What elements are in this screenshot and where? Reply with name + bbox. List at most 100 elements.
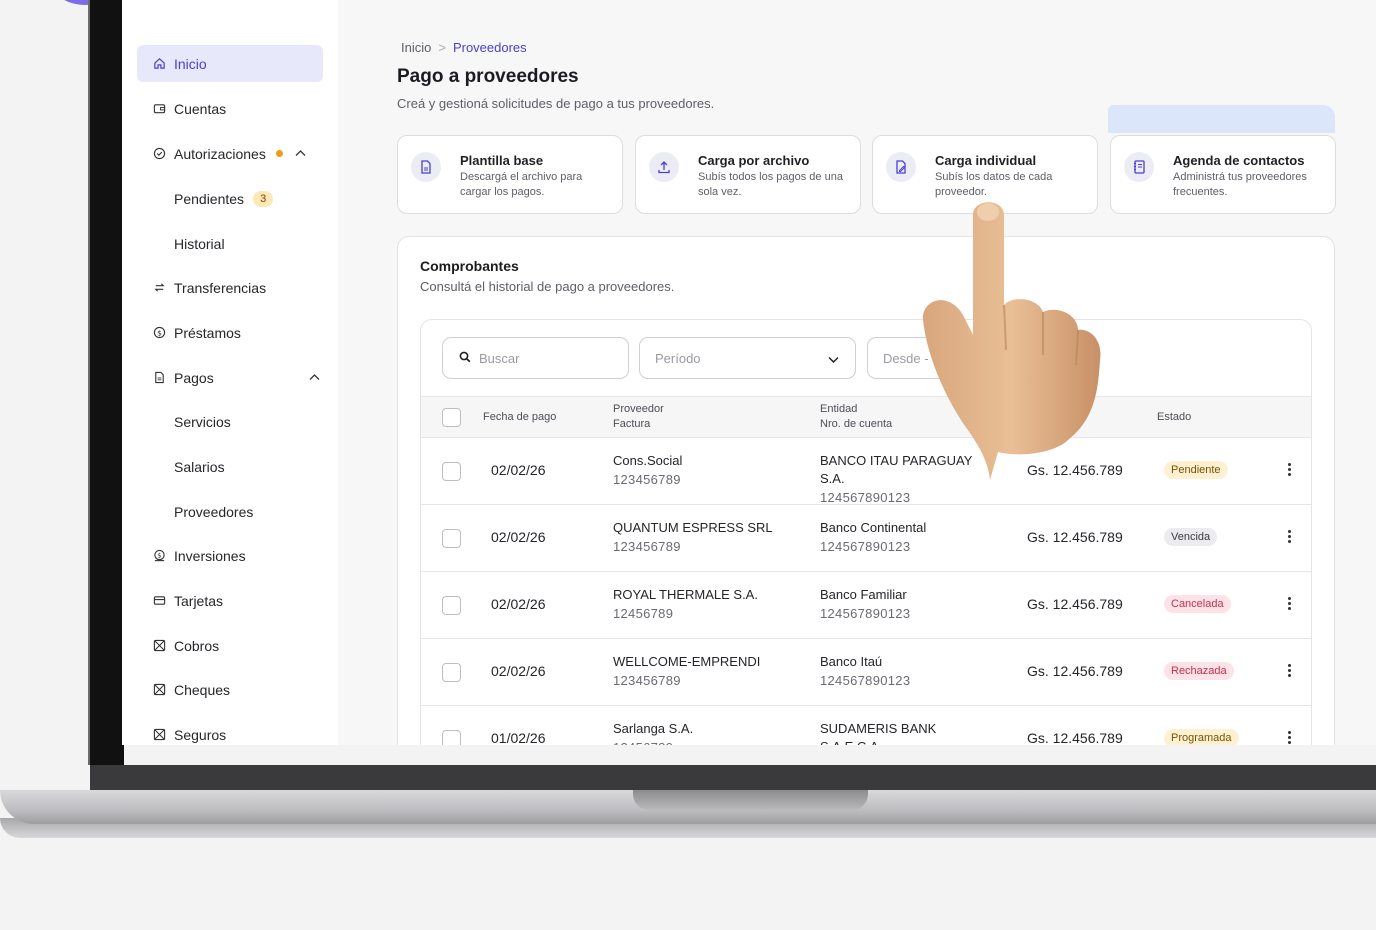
- status-badge: Vencida: [1164, 528, 1218, 546]
- header-provider: Proveedor: [613, 403, 664, 415]
- search-icon: [459, 351, 471, 366]
- table-row[interactable]: 01/02/26 Sarlanga S.A. 12456789 SUDAMERI…: [421, 705, 1311, 745]
- table-row[interactable]: 02/02/26 Cons.Social 123456789 BANCO ITA…: [421, 437, 1311, 505]
- more-options-icon[interactable]: [1288, 731, 1292, 745]
- sidebar-item-salarios[interactable]: Salarios: [137, 448, 345, 485]
- table-header: Fecha de pago Proveedor Factura Entidad …: [421, 396, 1311, 438]
- row-checkbox[interactable]: [442, 462, 461, 481]
- sidebar-item-label: Autorizaciones: [174, 145, 266, 162]
- sidebar-item-label: Transferencias: [174, 279, 267, 296]
- sidebar-item-label: Proveedores: [174, 503, 254, 520]
- sidebar-item-label: Inversiones: [174, 547, 246, 564]
- chevron-up-icon[interactable]: [309, 372, 320, 384]
- edit-document-icon: [886, 152, 916, 182]
- breadcrumb: Inicio > Proveedores: [401, 40, 527, 55]
- upload-icon: [649, 152, 679, 182]
- table-row[interactable]: 02/02/26 QUANTUM ESPRESS SRL 123456789 B…: [421, 504, 1311, 572]
- sidebar-item-cuentas[interactable]: Cuentas: [137, 90, 323, 127]
- page-title: Pago a proveedores: [397, 66, 579, 87]
- app-screen: Inicio Cuentas Autorizaciones Pendientes…: [122, 0, 1376, 745]
- sidebar-item-seguros[interactable]: Seguros: [137, 716, 323, 745]
- payment-date: 02/02/26: [491, 663, 546, 679]
- sidebar-item-pendientes[interactable]: Pendientes 3: [137, 180, 345, 217]
- account-number: 124567890123: [820, 539, 911, 554]
- sidebar-item-inversiones[interactable]: $ Inversiones: [137, 537, 323, 574]
- more-options-icon[interactable]: [1288, 664, 1292, 679]
- sidebar: Inicio Cuentas Autorizaciones Pendientes…: [122, 0, 338, 745]
- select-all-checkbox[interactable]: [442, 408, 461, 427]
- amount: Gs. 12.456.789: [1027, 730, 1123, 745]
- panel-title: Comprobantes: [420, 258, 519, 274]
- pending-count-badge: 3: [253, 190, 274, 207]
- card-plantilla-base[interactable]: Plantilla base Descargá el archivo para …: [397, 135, 623, 214]
- investment-icon: $: [152, 549, 166, 563]
- provider-name: ROYAL THERMALE S.A.: [613, 587, 758, 602]
- more-options-icon[interactable]: [1288, 530, 1292, 545]
- sidebar-item-label: Cobros: [174, 637, 220, 654]
- card-title: Plantilla base: [460, 153, 544, 168]
- home-icon: [152, 57, 166, 71]
- coin-icon: $: [152, 326, 166, 340]
- amount: Gs. 12.456.789: [1027, 663, 1123, 679]
- box-icon: [152, 639, 166, 653]
- pointing-hand-icon: [922, 202, 1101, 480]
- provider-name: Cons.Social: [613, 453, 683, 468]
- sidebar-item-servicios[interactable]: Servicios: [137, 403, 345, 440]
- entity-name: Banco Continental: [820, 520, 927, 535]
- laptop-hinge: [90, 765, 1376, 790]
- row-checkbox[interactable]: [442, 730, 461, 745]
- status-badge: Cancelada: [1164, 595, 1231, 613]
- sidebar-item-tarjetas[interactable]: Tarjetas: [137, 582, 323, 619]
- breadcrumb-separator: >: [438, 40, 446, 55]
- row-checkbox[interactable]: [442, 596, 461, 615]
- card-title: Carga individual: [935, 153, 1037, 168]
- status-badge: Programada: [1164, 729, 1239, 745]
- payment-date: 02/02/26: [491, 462, 546, 478]
- sidebar-item-historial[interactable]: Historial: [137, 225, 345, 262]
- sidebar-item-cobros[interactable]: Cobros: [137, 627, 323, 664]
- panel-subtitle: Consultá el historial de pago a proveedo…: [420, 279, 675, 294]
- sidebar-item-cheques[interactable]: Cheques: [137, 671, 323, 708]
- sidebar-item-proveedores[interactable]: Proveedores: [137, 493, 345, 530]
- invoice-number: 12456789: [613, 739, 673, 745]
- status-badge: Pendiente: [1164, 461, 1228, 479]
- invoice-number: 123456789: [613, 472, 681, 487]
- comprobantes-panel: Comprobantes Consultá el historial de pa…: [397, 236, 1335, 745]
- breadcrumb-root[interactable]: Inicio: [401, 40, 431, 55]
- chevron-up-icon[interactable]: [295, 148, 306, 160]
- entity-name: SUDAMERIS BANK S.A.E.C.A: [820, 721, 937, 745]
- sidebar-item-transferencias[interactable]: Transferencias: [137, 269, 323, 306]
- laptop-notch: [633, 790, 868, 810]
- row-checkbox[interactable]: [442, 663, 461, 682]
- sidebar-item-autorizaciones[interactable]: Autorizaciones: [137, 135, 323, 172]
- table-row[interactable]: 02/02/26 WELLCOME-EMPRENDI 123456789 Ban…: [421, 638, 1311, 706]
- invoice-number: 12456789: [613, 606, 674, 621]
- header-date: Fecha de pago: [483, 411, 557, 423]
- sidebar-item-label: Historial: [174, 235, 225, 252]
- header-entity: Entidad: [820, 403, 858, 415]
- sidebar-item-pagos[interactable]: Pagos: [137, 359, 323, 396]
- sidebar-item-label: Pendientes: [174, 190, 245, 207]
- more-options-icon[interactable]: [1288, 597, 1292, 612]
- header-invoice: Factura: [613, 418, 651, 430]
- period-select[interactable]: Período: [639, 337, 856, 379]
- sidebar-item-label: Préstamos: [174, 324, 241, 341]
- sidebar-item-label: Seguros: [174, 726, 227, 743]
- card-description: Descargá el archivo para cargar los pago…: [460, 171, 583, 198]
- provider-name: WELLCOME-EMPRENDI: [613, 654, 761, 669]
- comprobantes-table: Buscar Período Desde - H Fecha de pago P…: [420, 319, 1312, 745]
- card-carga-por-archivo[interactable]: Carga por archivo Subís todos los pagos …: [635, 135, 861, 214]
- card-icon: [152, 594, 166, 608]
- more-options-icon[interactable]: [1288, 463, 1292, 478]
- row-checkbox[interactable]: [442, 529, 461, 548]
- highlight-tab: [1108, 105, 1335, 133]
- table-row[interactable]: 02/02/26 ROYAL THERMALE S.A. 12456789 Ba…: [421, 571, 1311, 639]
- main-content: Inicio > Proveedores Pago a proveedores Cr…: [338, 0, 1376, 745]
- sidebar-item-label: Inicio: [174, 55, 207, 72]
- search-input[interactable]: Buscar: [442, 337, 629, 379]
- card-description: Subís todos los pagos de una sola vez.: [698, 171, 843, 198]
- card-agenda-de-contactos[interactable]: Agenda de contactos Administrá tus prove…: [1110, 135, 1336, 214]
- sidebar-item-prestamos[interactable]: $ Préstamos: [137, 314, 323, 351]
- sidebar-item-inicio[interactable]: Inicio: [137, 45, 323, 82]
- sidebar-item-label: Cheques: [174, 681, 231, 698]
